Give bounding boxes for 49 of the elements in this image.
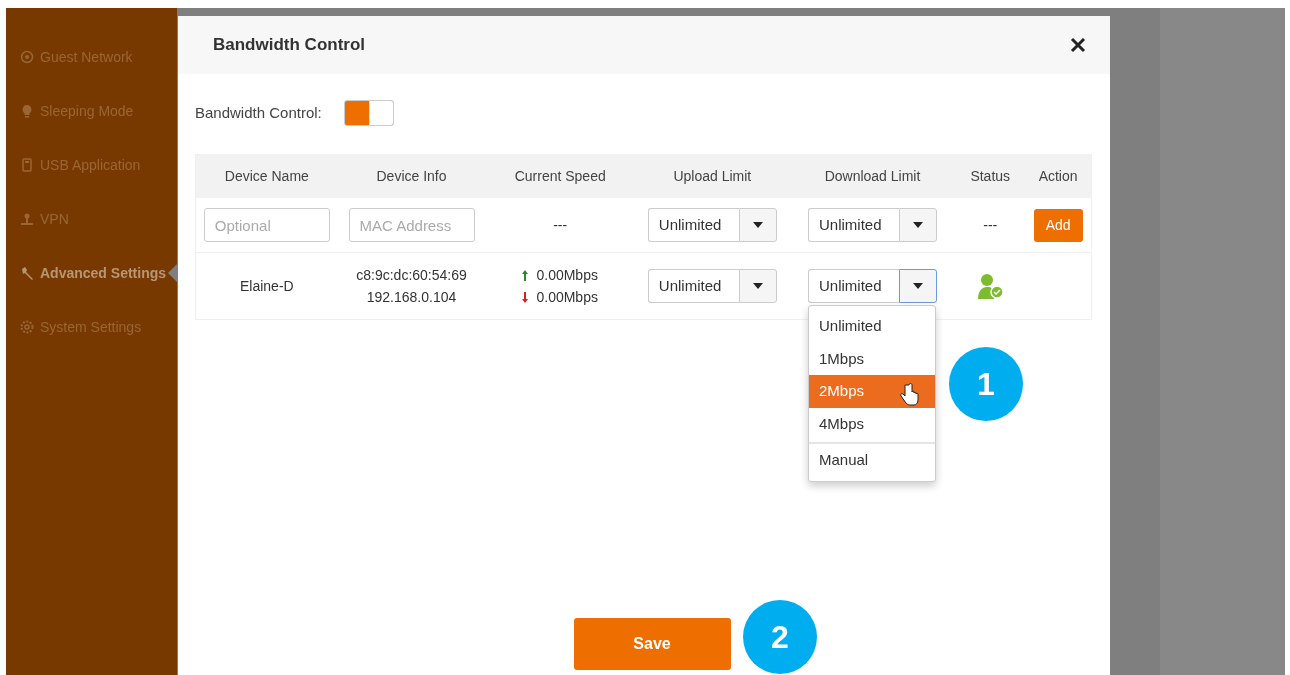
select-field[interactable]: Unlimited — [808, 269, 899, 303]
table-cell-text: 0.00Mbps — [536, 288, 598, 307]
table-cell-text: 0.00Mbps — [536, 266, 598, 285]
arrow-up-icon — [522, 269, 529, 281]
menu-option[interactable]: Unlimited — [809, 310, 935, 343]
table-cell-text: Elaine-D — [240, 276, 294, 296]
close-icon[interactable] — [1070, 37, 1086, 53]
column-header: Device Name — [224, 167, 309, 186]
column-header: Current Speed — [514, 167, 606, 186]
sidebar-item[interactable]: Advanced Settings — [6, 246, 177, 300]
pin-icon — [20, 212, 34, 226]
table-cell-text: 192.168.0.104 — [365, 288, 458, 307]
dropdown-toggle-button[interactable] — [738, 208, 777, 242]
bulb-icon — [20, 104, 34, 118]
select-field[interactable]: Unlimited — [808, 208, 899, 242]
column-header: Upload Limit — [673, 167, 752, 186]
column-header: Action — [1038, 167, 1078, 186]
dropdown-toggle-button[interactable] — [738, 269, 777, 303]
add-button[interactable]: Add — [1033, 208, 1083, 242]
name-input[interactable]: Optional — [203, 208, 330, 242]
caret-icon — [913, 283, 923, 289]
menu-option[interactable]: 4Mbps — [809, 407, 935, 440]
dropdown-toggle-button[interactable] — [899, 269, 937, 303]
wrench-icon — [20, 266, 34, 280]
save-button[interactable]: Save — [573, 618, 731, 670]
table-cell-text: --- — [553, 215, 568, 235]
menu-option[interactable]: Manual — [809, 442, 935, 477]
table-cell-text: --- — [983, 215, 998, 235]
dropdown-toggle-button[interactable] — [899, 208, 937, 242]
toggle-label: Bandwidth Control: — [195, 102, 322, 123]
caret-icon — [752, 222, 763, 228]
arrow-down-icon — [522, 291, 529, 303]
signal-icon — [20, 50, 34, 64]
column-header: Download Limit — [824, 167, 921, 186]
caret-icon — [913, 222, 923, 228]
table-cell-text: c8:9c:dc:60:54:69 — [356, 266, 467, 285]
select-field[interactable]: Unlimited — [647, 269, 739, 303]
toggle-switch[interactable] — [343, 100, 394, 126]
gear-icon — [20, 320, 34, 334]
mac-input[interactable]: MAC Address — [348, 208, 475, 242]
caret-icon — [752, 283, 763, 289]
select-field[interactable]: Unlimited — [647, 208, 739, 242]
hand-cursor-icon — [899, 383, 919, 407]
dialog-title: Bandwidth Control — [213, 34, 366, 57]
usb-icon — [20, 158, 34, 172]
menu-option[interactable]: 1Mbps — [809, 342, 935, 375]
column-header: Status — [970, 167, 1011, 186]
menu-option[interactable]: 2Mbps — [809, 375, 935, 408]
column-header: Device Info — [376, 167, 447, 186]
